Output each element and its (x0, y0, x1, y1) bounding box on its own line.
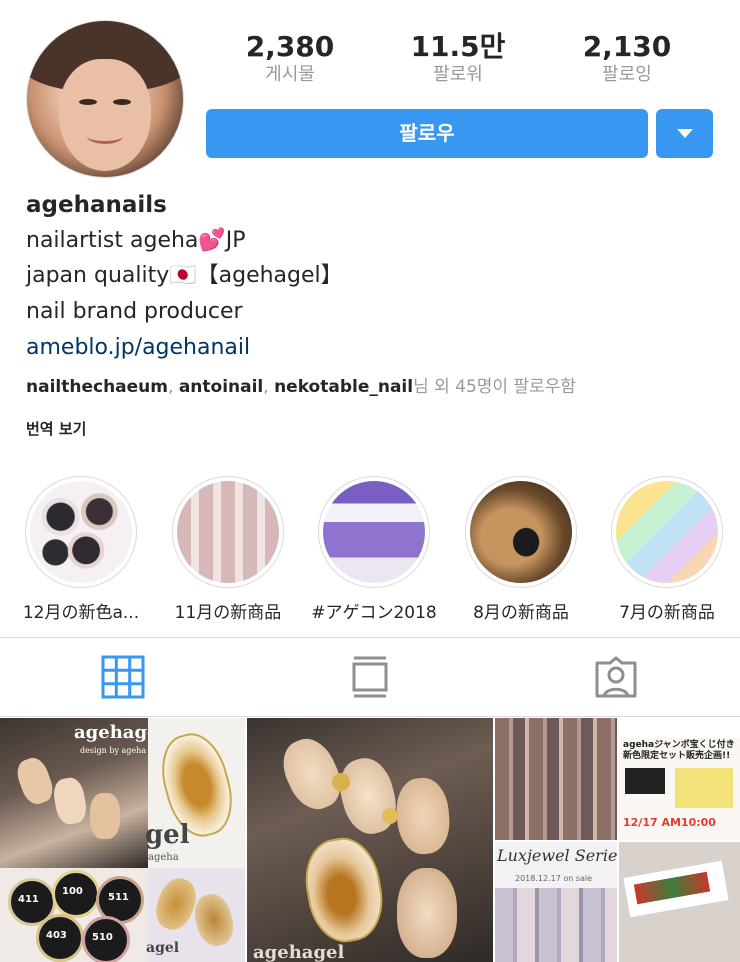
translate-link[interactable]: 번역 보기 (26, 418, 86, 439)
tile-banner-text: agehaジャンボ宝くじ付き新色限定セット販売企画!! (623, 740, 735, 761)
bio-line-1: nailartist ageha💕JP (26, 228, 246, 253)
following-count: 2,130 (582, 30, 672, 63)
following-stat[interactable]: 2,130 팔로잉 (547, 30, 707, 86)
divider (0, 637, 740, 638)
divider (0, 716, 740, 717)
highlight-caption: 11月の新商品 (174, 603, 282, 623)
chevron-down-icon (677, 129, 693, 138)
bio-line-2: japan quality🇯🇵【agehagel】 (26, 263, 343, 288)
followed-by-name-3[interactable]: nekotable_nail (274, 377, 413, 397)
highlight-item[interactable]: 7月の新商品 (594, 476, 740, 623)
pot-label: 510 (92, 932, 113, 943)
feed-icon (352, 656, 388, 698)
post-thumbnail[interactable]: agehagel (247, 718, 493, 962)
post-thumbnail[interactable]: agehaジャンボ宝くじ付き新色限定セット販売企画!! 12/17 AM10:0… (495, 718, 740, 962)
feed-tab[interactable] (348, 655, 392, 699)
pot-label: 411 (18, 894, 39, 905)
highlight-caption: 7月の新商品 (619, 603, 715, 623)
highlight-item[interactable]: 8月の新商品 (448, 476, 594, 623)
follow-button[interactable]: 팔로우 (206, 109, 648, 158)
pot-label: 403 (46, 930, 67, 941)
profile-website-link[interactable]: ameblo.jp/agehanail (26, 333, 250, 363)
tagged-tab[interactable] (594, 655, 638, 699)
pot-label: 511 (108, 892, 129, 903)
followers-count: 11.5만 (410, 30, 506, 63)
following-label: 팔로잉 (602, 64, 652, 85)
pot-label: 100 (62, 886, 83, 897)
grid-tab[interactable] (101, 655, 145, 699)
post-thumbnail[interactable]: agehagel design by ageha gel ageha 411 1… (0, 718, 245, 962)
grid-icon (101, 655, 145, 699)
followed-by-name-1[interactable]: nailthechaeum (26, 377, 168, 397)
highlight-item[interactable]: #アゲコン2018 (301, 476, 447, 623)
bio-line-3: nail brand producer (26, 299, 243, 324)
posts-label: 게시물 (265, 64, 315, 85)
highlight-caption: #アゲコン2018 (311, 603, 437, 623)
posts-count: 2,380 (245, 30, 335, 63)
tagged-icon (595, 656, 637, 698)
tile-date-text: 12/17 AM10:00 (623, 816, 716, 829)
highlight-item[interactable]: 12月の新色a... (8, 476, 154, 623)
profile-avatar[interactable] (26, 20, 184, 178)
tile-brand-subtext: design by ageha (80, 746, 147, 755)
highlight-caption: 8月の新商品 (473, 603, 569, 623)
followed-by-suffix: 님 외 45명이 팔로우함 (413, 377, 577, 397)
followers-stat[interactable]: 11.5만 팔로워 (378, 30, 538, 86)
followers-label: 팔로워 (433, 64, 483, 85)
highlight-item[interactable]: 11月の新商品 (155, 476, 301, 623)
tile-sale-text: 2018.12.17 on sale (515, 874, 593, 883)
highlight-caption: 12月の新色a... (22, 603, 140, 623)
followed-by-text[interactable]: nailthechaeum, antoinail, nekotable_nail… (26, 372, 576, 402)
posts-stat[interactable]: 2,380 게시물 (210, 30, 370, 86)
tile-title-text: Luxjewel Series (497, 846, 617, 865)
followed-by-name-2[interactable]: antoinail (179, 377, 263, 397)
suggested-accounts-button[interactable] (656, 109, 713, 158)
profile-username: agehanails (26, 192, 167, 218)
